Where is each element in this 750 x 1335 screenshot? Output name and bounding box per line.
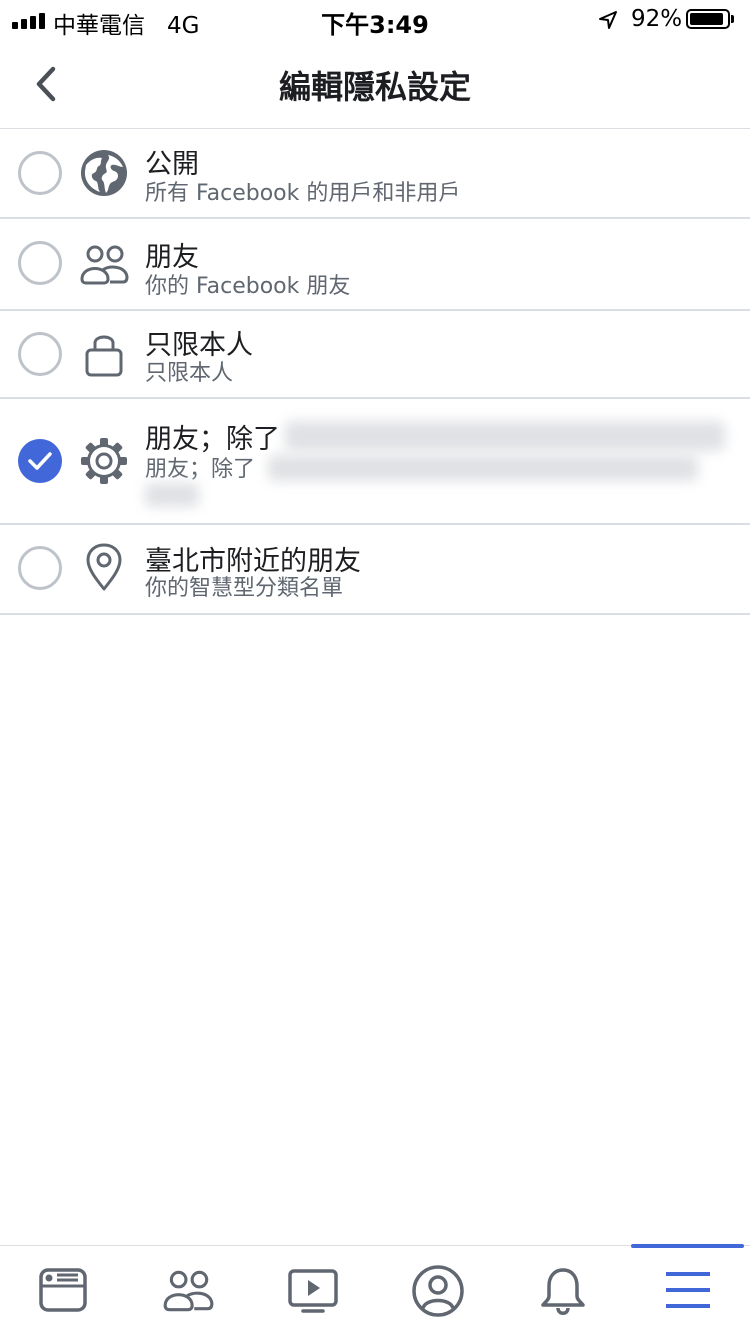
option-subtitle: 所有 Facebook 的用戶和非用戶 (145, 181, 461, 206)
redacted-names (285, 421, 725, 451)
tab-menu[interactable] (625, 1244, 750, 1335)
option-friends-except[interactable]: 朋友；除了 朋友；除了 (0, 399, 750, 525)
radio-button[interactable] (18, 241, 62, 285)
battery-icon (686, 9, 730, 29)
location-arrow-icon (599, 11, 617, 29)
chevron-left-icon (36, 66, 56, 102)
option-public[interactable]: 公開 所有 Facebook 的用戶和非用戶 (0, 129, 750, 219)
option-only-me[interactable]: 只限本人 只限本人 (0, 311, 750, 399)
tab-friends[interactable] (125, 1246, 250, 1335)
tab-watch[interactable] (250, 1246, 375, 1335)
option-nearby-friends[interactable]: 臺北市附近的朋友 你的智慧型分類名單 (0, 525, 750, 615)
lock-icon (85, 335, 123, 377)
profile-icon (412, 1265, 464, 1317)
friends-icon (163, 1270, 214, 1312)
option-friends[interactable]: 朋友 你的 Facebook 朋友 (0, 219, 750, 311)
radio-button[interactable] (18, 332, 62, 376)
bell-icon (541, 1268, 585, 1315)
battery-level (690, 13, 723, 25)
radio-button-checked[interactable] (18, 439, 62, 483)
privacy-options-list: 公開 所有 Facebook 的用戶和非用戶 朋友 你的 Facebook 朋友… (0, 129, 750, 615)
battery-tip (731, 15, 734, 23)
option-subtitle: 只限本人 (145, 361, 234, 386)
redacted-names (145, 483, 199, 507)
globe-icon (81, 150, 127, 196)
bottom-tab-bar (0, 1244, 750, 1335)
check-icon (28, 452, 52, 470)
option-subtitle: 朋友；除了 (145, 457, 256, 482)
tab-profile[interactable] (375, 1246, 500, 1335)
option-subtitle: 你的 Facebook 朋友 (145, 274, 351, 299)
tab-notifications[interactable] (500, 1246, 625, 1335)
tab-news-feed[interactable] (0, 1246, 125, 1335)
video-icon (288, 1269, 338, 1313)
menu-icon (666, 1272, 710, 1308)
news-feed-icon (39, 1268, 87, 1312)
option-subtitle: 你的智慧型分類名單 (145, 576, 344, 601)
active-tab-indicator (631, 1244, 744, 1248)
status-bar: 中華電信 4G 下午3:49 92% (0, 0, 750, 40)
back-button[interactable] (22, 60, 70, 108)
friends-icon (80, 245, 129, 285)
radio-button[interactable] (18, 546, 62, 590)
radio-button[interactable] (18, 151, 62, 195)
gear-icon (81, 438, 127, 484)
header-bar: 編輯隱私設定 (0, 40, 750, 129)
battery-percent: 92% (631, 6, 683, 32)
location-pin-icon (86, 543, 122, 591)
redacted-names (268, 455, 698, 481)
page-title: 編輯隱私設定 (278, 68, 471, 106)
